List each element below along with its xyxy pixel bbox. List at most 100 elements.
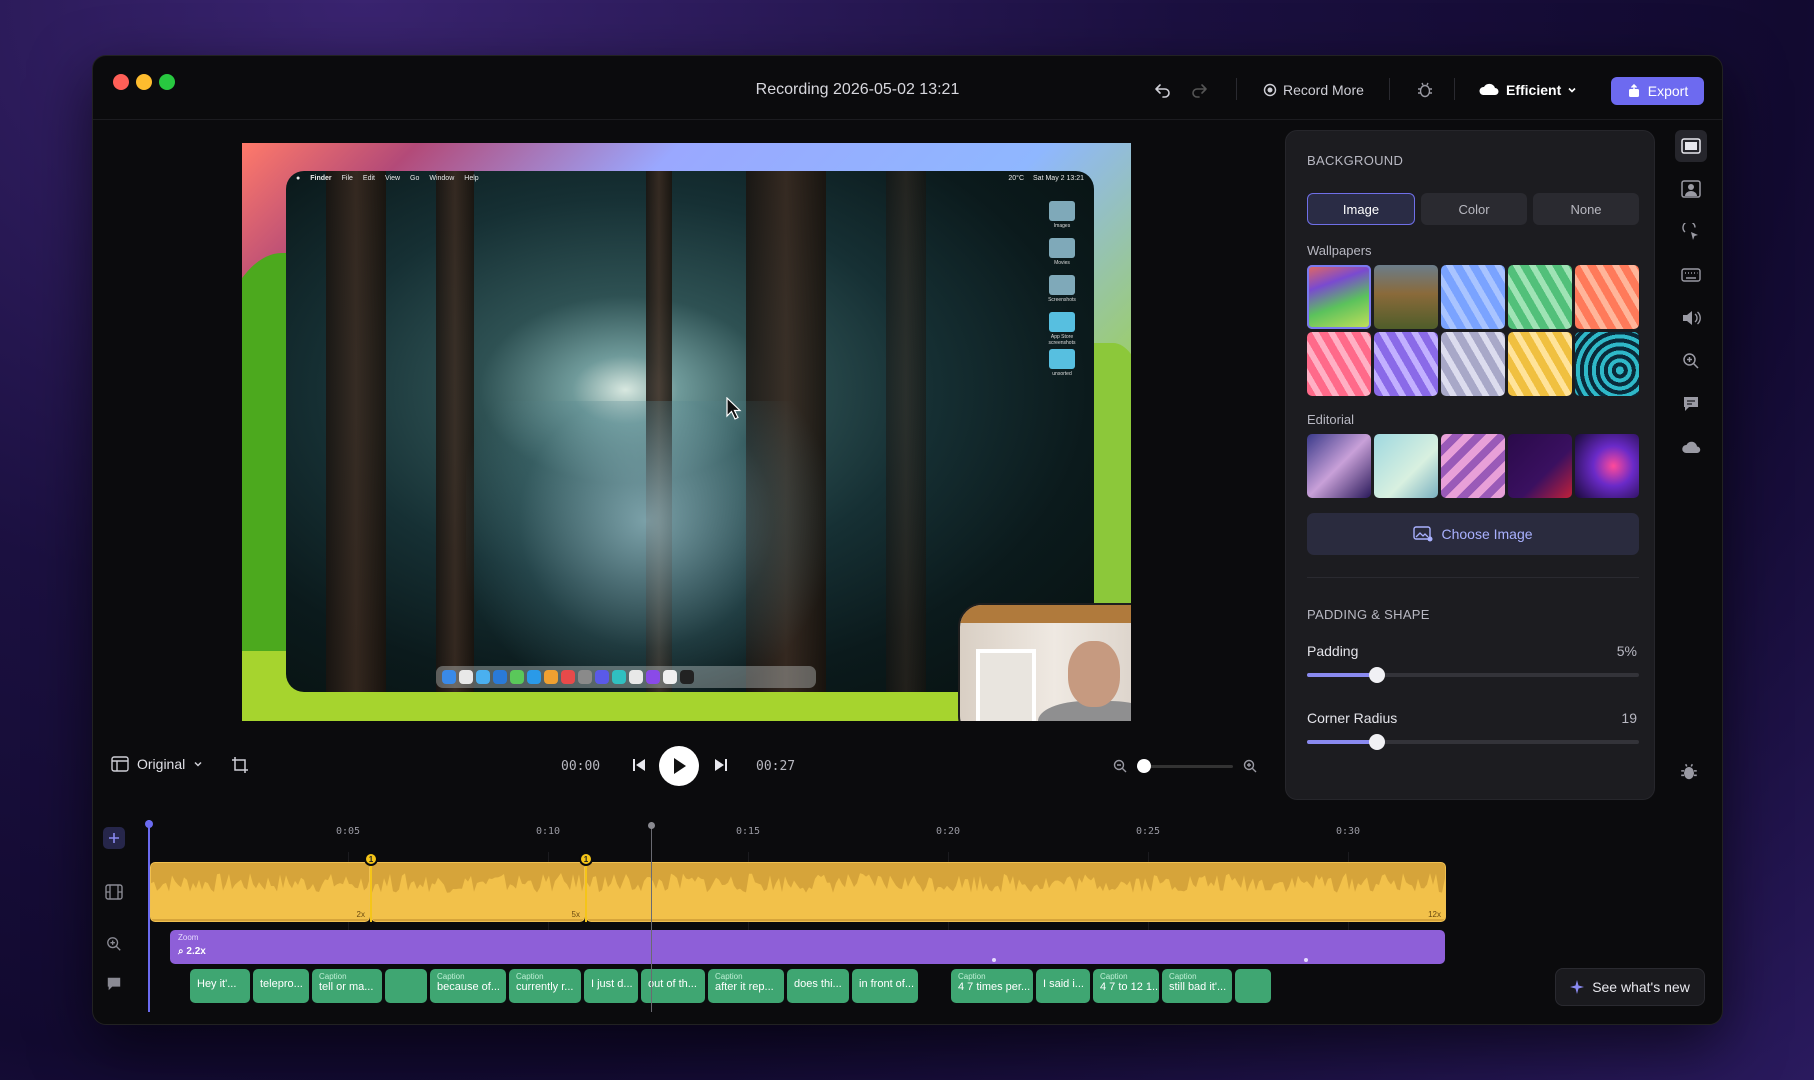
corner-radius-slider[interactable]	[1307, 734, 1639, 750]
split-marker[interactable]: 1	[579, 852, 593, 866]
add-track-button[interactable]	[99, 827, 129, 849]
undo-button[interactable]	[1154, 76, 1172, 104]
preset-dropdown[interactable]: Efficient	[1478, 76, 1577, 104]
caption-text: because of...	[437, 981, 500, 993]
caption-text: I said i...	[1043, 978, 1084, 990]
tab-color[interactable]: Color	[1421, 193, 1527, 225]
timeline-ruler[interactable]: 0:05 0:10 0:15 0:20 0:25 0:30	[148, 826, 1638, 962]
video-preview[interactable]: ● Finder File Edit View Go Window Help 2…	[242, 143, 1131, 721]
menubar-clock: Sat May 2 13:21	[1033, 174, 1084, 182]
wallpaper-swatch[interactable]	[1374, 332, 1438, 396]
caption-block[interactable]: does thi...	[787, 969, 849, 1003]
editorial-swatch[interactable]	[1441, 434, 1505, 498]
wallpaper-swatch[interactable]	[1508, 265, 1572, 329]
rail-cloud[interactable]	[1675, 431, 1707, 463]
zoom-level: 2.2x	[186, 946, 206, 957]
redo-button[interactable]	[1190, 76, 1208, 104]
record-more-button[interactable]: Record More	[1263, 76, 1364, 104]
skip-to-start-button[interactable]	[631, 757, 647, 778]
zoom-out-icon[interactable]	[1113, 759, 1127, 773]
wallpaper-swatch[interactable]	[1441, 332, 1505, 396]
padding-slider-knob[interactable]	[1368, 667, 1385, 683]
wallpaper-swatch[interactable]	[1508, 332, 1572, 396]
caption-text: currently r...	[516, 981, 574, 993]
desktop-item: App Store screenshots	[1049, 312, 1075, 346]
forest-fog	[466, 401, 826, 692]
caption-block[interactable]: Caption because of...	[430, 969, 506, 1003]
rail-audio[interactable]	[1675, 302, 1707, 334]
film-icon	[105, 884, 123, 900]
skip-to-end-button[interactable]	[713, 757, 729, 778]
editorial-swatch[interactable]	[1508, 434, 1572, 498]
timeline-zoom-control	[1113, 758, 1257, 773]
timeline-zoom-slider[interactable]	[1137, 758, 1233, 773]
caption-block[interactable]	[385, 969, 427, 1003]
wallpaper-swatch[interactable]	[1307, 265, 1371, 329]
plus-icon	[103, 827, 125, 849]
caption-track-icon-button[interactable]	[99, 976, 129, 992]
caption-block[interactable]: Caption after it rep...	[708, 969, 784, 1003]
zoom-in-icon[interactable]	[1243, 759, 1257, 773]
record-more-label: Record More	[1283, 82, 1364, 98]
zoom-window-button[interactable]	[159, 74, 175, 90]
whats-new-button[interactable]: See what's new	[1555, 968, 1705, 1006]
debug-rail-button[interactable]	[1679, 762, 1699, 787]
rail-zoom[interactable]	[1675, 345, 1707, 377]
aspect-ratio-dropdown[interactable]: Original	[111, 756, 203, 772]
split-marker[interactable]: 1	[364, 852, 378, 866]
caption-block[interactable]: in front of...	[852, 969, 918, 1003]
zoom-segment[interactable]: Zoom ⌕ 2.2x	[170, 930, 1445, 964]
clip-speed-label: 5x	[571, 910, 580, 919]
rail-camera[interactable]	[1675, 173, 1707, 205]
video-clip[interactable]: 2x	[150, 862, 370, 922]
tab-image[interactable]: Image	[1307, 193, 1415, 225]
dock-app-icon	[680, 670, 694, 684]
dock-app-icon	[476, 670, 490, 684]
corner-radius-slider-knob[interactable]	[1368, 734, 1385, 750]
play-button[interactable]	[659, 746, 699, 786]
zoom-keyframe[interactable]	[992, 958, 996, 962]
caption-block[interactable]: Caption tell or ma...	[312, 969, 382, 1003]
zoom-keyframe[interactable]	[1304, 958, 1308, 962]
wallpaper-swatch[interactable]	[1374, 265, 1438, 329]
caption-block[interactable]	[1235, 969, 1271, 1003]
playhead[interactable]	[145, 820, 153, 1012]
wallpaper-swatch[interactable]	[1307, 332, 1371, 396]
clip-track-icon-button[interactable]	[99, 884, 129, 900]
caption-block[interactable]: I said i...	[1036, 969, 1090, 1003]
minimize-window-button[interactable]	[136, 74, 152, 90]
rail-cursor[interactable]	[1675, 216, 1707, 248]
tab-none[interactable]: None	[1533, 193, 1639, 225]
desktop-item-label: Screenshots	[1048, 297, 1076, 303]
wallpaper-swatch[interactable]	[1575, 265, 1639, 329]
choose-image-button[interactable]: Choose Image	[1307, 513, 1639, 555]
caption-block[interactable]: Caption currently r...	[509, 969, 581, 1003]
audio-waveform	[151, 873, 369, 919]
wallpaper-swatch[interactable]	[1441, 265, 1505, 329]
rail-captions[interactable]	[1675, 388, 1707, 420]
webcam-overlay[interactable]	[958, 603, 1131, 721]
rail-background[interactable]	[1675, 130, 1707, 162]
caption-block[interactable]: telepro...	[253, 969, 309, 1003]
caption-block[interactable]: Caption still bad it'...	[1162, 969, 1232, 1003]
editorial-swatch[interactable]	[1307, 434, 1371, 498]
timeline-zoom-knob[interactable]	[1137, 758, 1151, 773]
debug-button[interactable]	[1416, 76, 1434, 104]
padding-slider[interactable]	[1307, 667, 1639, 683]
video-clip[interactable]: 12x	[586, 862, 1446, 922]
caption-block[interactable]: Caption 4 7 to 12 1...	[1093, 969, 1159, 1003]
caption-text: telepro...	[260, 978, 303, 990]
zoom-track-icon-button[interactable]	[99, 936, 129, 952]
editorial-swatch[interactable]	[1374, 434, 1438, 498]
caption-block[interactable]: Caption 4 7 times per...	[951, 969, 1033, 1003]
export-button[interactable]: Export	[1611, 77, 1704, 105]
editorial-swatch[interactable]	[1575, 434, 1639, 498]
caption-block[interactable]: I just d...	[584, 969, 638, 1003]
crop-button[interactable]	[231, 756, 249, 779]
video-clip[interactable]: 5x	[371, 862, 585, 922]
export-label: Export	[1647, 83, 1689, 99]
wallpaper-swatch[interactable]	[1575, 332, 1639, 396]
rail-keyboard[interactable]	[1675, 259, 1707, 291]
close-window-button[interactable]	[113, 74, 129, 90]
caption-block[interactable]: Hey it'...	[190, 969, 250, 1003]
